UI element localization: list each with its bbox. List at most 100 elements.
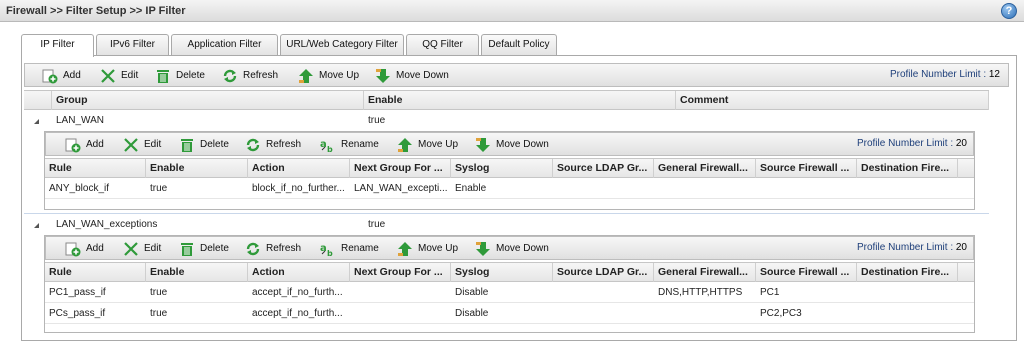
add-label: Add bbox=[86, 243, 104, 254]
header-rule[interactable]: Rule bbox=[45, 263, 146, 282]
move-up-label: Move Up bbox=[418, 243, 459, 254]
arrow-up-icon bbox=[398, 138, 412, 152]
delete-label: Delete bbox=[200, 139, 229, 150]
header-group[interactable]: Group bbox=[52, 91, 364, 110]
table-row[interactable]: PC1_pass_if true accept_if_no_furth... D… bbox=[45, 283, 974, 303]
header-enable[interactable]: Enable bbox=[146, 263, 248, 282]
table-row[interactable]: ANY_block_if true block_if_no_further...… bbox=[45, 179, 974, 199]
delete-label: Delete bbox=[200, 243, 229, 254]
move-down-label: Move Down bbox=[396, 70, 449, 81]
profile-limit-value: 12 bbox=[988, 69, 1000, 80]
arrow-down-icon bbox=[376, 69, 390, 83]
collapse-icon[interactable] bbox=[34, 119, 39, 124]
edit-icon bbox=[124, 242, 138, 256]
group-name: LAN_WAN bbox=[56, 115, 104, 126]
cell-next-group: LAN_WAN_excepti... bbox=[354, 183, 448, 194]
cell-syslog: Enable bbox=[455, 183, 487, 194]
cell-rule: ANY_block_if bbox=[49, 183, 110, 194]
tab-application-filter[interactable]: Application Filter bbox=[171, 34, 278, 55]
cell-enable: true bbox=[150, 183, 168, 194]
delete-label: Delete bbox=[176, 70, 205, 81]
header-syslog[interactable]: Syslog bbox=[451, 263, 553, 282]
breadcrumb: Firewall >> Filter Setup >> IP Filter bbox=[6, 5, 186, 17]
cell-enable: true bbox=[150, 287, 168, 298]
cell-rule: PCs_pass_if bbox=[49, 308, 106, 319]
header-source-ldap[interactable]: Source LDAP Gr... bbox=[553, 263, 654, 282]
tab-ipv6-filter[interactable]: IPv6 Filter bbox=[96, 34, 169, 55]
header-next-group[interactable]: Next Group For ... bbox=[350, 159, 451, 178]
group-row[interactable]: LAN_WAN_exceptions true bbox=[24, 215, 989, 235]
tab-qq-filter[interactable]: QQ Filter bbox=[406, 34, 479, 55]
header-next-group[interactable]: Next Group For ... bbox=[350, 263, 451, 282]
header-source-firewall[interactable]: Source Firewall ... bbox=[756, 159, 857, 178]
help-icon[interactable]: ? bbox=[1001, 3, 1017, 19]
svg-text:b: b bbox=[327, 249, 333, 257]
table-row[interactable]: PCs_pass_if true accept_if_no_furth... D… bbox=[45, 304, 974, 324]
add-icon bbox=[42, 69, 58, 84]
trash-icon bbox=[157, 70, 169, 83]
header-comment[interactable]: Comment bbox=[676, 91, 989, 110]
header-action[interactable]: Action bbox=[248, 263, 350, 282]
arrow-up-icon bbox=[398, 242, 412, 256]
filter-panel: Add Edit Delete Refresh Move Up Move Dow… bbox=[21, 55, 1017, 341]
cell-syslog: Disable bbox=[455, 308, 489, 319]
header-syslog[interactable]: Syslog bbox=[451, 159, 553, 178]
edit-label: Edit bbox=[121, 70, 139, 81]
header-destination-firewall[interactable]: Destination Fire... bbox=[857, 159, 958, 178]
profile-limit-label: Profile Number Limit : bbox=[856, 138, 954, 149]
header-source-ldap[interactable]: Source LDAP Gr... bbox=[553, 159, 654, 178]
edit-label: Edit bbox=[144, 243, 162, 254]
refresh-icon bbox=[223, 69, 237, 83]
cell-source-firewall: PC2,PC3 bbox=[760, 308, 802, 319]
add-label: Add bbox=[63, 70, 81, 81]
cell-general-firewall: DNS,HTTP,HTTPS bbox=[658, 287, 743, 298]
collapse-icon[interactable] bbox=[34, 223, 39, 228]
group-enable: true bbox=[368, 115, 386, 126]
trash-icon bbox=[181, 139, 193, 152]
edit-icon bbox=[101, 69, 115, 83]
move-up-label: Move Up bbox=[319, 70, 360, 81]
move-up-label: Move Up bbox=[418, 139, 459, 150]
cell-enable: true bbox=[150, 308, 168, 319]
header-destination-firewall[interactable]: Destination Fire... bbox=[857, 263, 958, 282]
page-title-bar: Firewall >> Filter Setup >> IP Filter ? bbox=[0, 0, 1024, 22]
profile-limit-value: 20 bbox=[955, 138, 967, 149]
refresh-label: Refresh bbox=[266, 243, 302, 254]
refresh-label: Refresh bbox=[266, 139, 302, 150]
header-action[interactable]: Action bbox=[248, 159, 350, 178]
arrow-down-icon bbox=[476, 242, 490, 256]
group-enable: true bbox=[368, 219, 386, 230]
header-rule[interactable]: Rule bbox=[45, 159, 146, 178]
group-rules-grid: Add Edit Delete Refresh ab Rename Move U… bbox=[44, 235, 975, 333]
group-row[interactable]: LAN_WAN true bbox=[24, 111, 989, 131]
header-source-firewall[interactable]: Source Firewall ... bbox=[756, 263, 857, 282]
header-general-firewall[interactable]: General Firewall... bbox=[654, 159, 756, 178]
group-table-header: Group Enable Comment bbox=[24, 90, 989, 110]
header-enable[interactable]: Enable bbox=[364, 91, 676, 110]
add-label: Add bbox=[86, 139, 104, 150]
header-general-firewall[interactable]: General Firewall... bbox=[654, 263, 756, 282]
tab-url-web-category-filter[interactable]: URL/Web Category Filter bbox=[280, 34, 404, 55]
profile-limit-value: 20 bbox=[955, 242, 967, 253]
group-divider bbox=[24, 213, 989, 214]
add-icon bbox=[65, 242, 81, 257]
tab-ip-filter[interactable]: IP Filter bbox=[21, 34, 94, 57]
move-down-label: Move Down bbox=[496, 139, 549, 150]
profile-limit-label: Profile Number Limit : bbox=[889, 69, 987, 80]
group-toolbar: Add Edit Delete Refresh ab Rename Move U… bbox=[45, 132, 974, 156]
rename-icon: ab bbox=[320, 243, 333, 257]
rules-table-header: Rule Enable Action Next Group For ... Sy… bbox=[45, 158, 974, 178]
refresh-icon bbox=[246, 242, 260, 256]
add-icon bbox=[65, 138, 81, 153]
tab-default-policy[interactable]: Default Policy bbox=[481, 34, 557, 55]
profile-limit-label: Profile Number Limit : bbox=[856, 242, 954, 253]
arrow-up-icon bbox=[299, 69, 313, 83]
header-spacer bbox=[24, 91, 52, 110]
profile-limit: Profile Number Limit : 12 bbox=[890, 69, 1000, 80]
header-enable[interactable]: Enable bbox=[146, 159, 248, 178]
cell-action: accept_if_no_furth... bbox=[252, 287, 343, 298]
edit-icon bbox=[124, 138, 138, 152]
cell-syslog: Disable bbox=[455, 287, 489, 298]
main-toolbar: Add Edit Delete Refresh Move Up Move Dow… bbox=[24, 63, 1009, 87]
group-name: LAN_WAN_exceptions bbox=[56, 219, 158, 230]
